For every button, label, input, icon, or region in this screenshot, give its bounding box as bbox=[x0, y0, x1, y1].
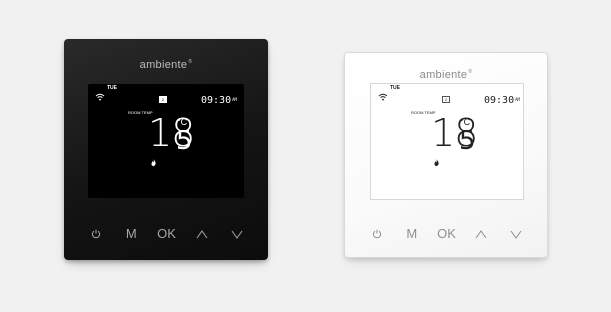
display-screen: TUE 2 09:30AM ROOM TEMP 18 °C 5 bbox=[370, 83, 524, 200]
brand-logo: ambiente® bbox=[139, 59, 193, 71]
chevron-down-icon bbox=[231, 230, 243, 239]
mode-button[interactable]: M bbox=[121, 226, 141, 242]
up-button[interactable] bbox=[471, 226, 491, 242]
power-icon bbox=[91, 229, 101, 239]
wifi-icon bbox=[378, 93, 388, 101]
thermostat-black: ambiente® TUE 2 09:30AM ROOM TEMP 18 °C … bbox=[64, 39, 268, 260]
chevron-up-icon bbox=[475, 229, 487, 238]
button-row: M OK bbox=[345, 226, 547, 242]
button-row: M OK bbox=[64, 226, 268, 242]
brand-logo: ambiente® bbox=[419, 69, 473, 81]
program-badge: 2 bbox=[159, 96, 167, 103]
temperature-decimal: 5 bbox=[459, 126, 476, 156]
mode-button[interactable]: M bbox=[402, 226, 422, 242]
power-button[interactable] bbox=[367, 226, 387, 242]
power-button[interactable] bbox=[86, 226, 106, 242]
flame-icon bbox=[434, 159, 439, 166]
temperature-decimal: 5 bbox=[176, 126, 193, 156]
wifi-icon bbox=[95, 93, 105, 101]
program-badge: 2 bbox=[442, 96, 450, 103]
up-button[interactable] bbox=[192, 226, 212, 242]
display-screen: TUE 2 09:30AM ROOM TEMP 18 °C 5 bbox=[88, 84, 244, 198]
clock: 09:30AM bbox=[201, 95, 237, 106]
chevron-up-icon bbox=[196, 229, 208, 238]
ok-button[interactable]: OK bbox=[157, 226, 177, 242]
down-button[interactable] bbox=[506, 226, 526, 242]
day-label: TUE bbox=[390, 85, 400, 91]
flame-icon bbox=[151, 159, 156, 166]
day-label: TUE bbox=[107, 85, 117, 91]
power-icon bbox=[372, 229, 382, 239]
down-button[interactable] bbox=[227, 226, 247, 242]
thermostat-white: ambiente® TUE 2 09:30AM ROOM TEMP 18 °C … bbox=[344, 52, 548, 258]
ok-button[interactable]: OK bbox=[437, 226, 457, 242]
chevron-down-icon bbox=[510, 230, 522, 239]
clock: 09:30AM bbox=[484, 95, 520, 106]
